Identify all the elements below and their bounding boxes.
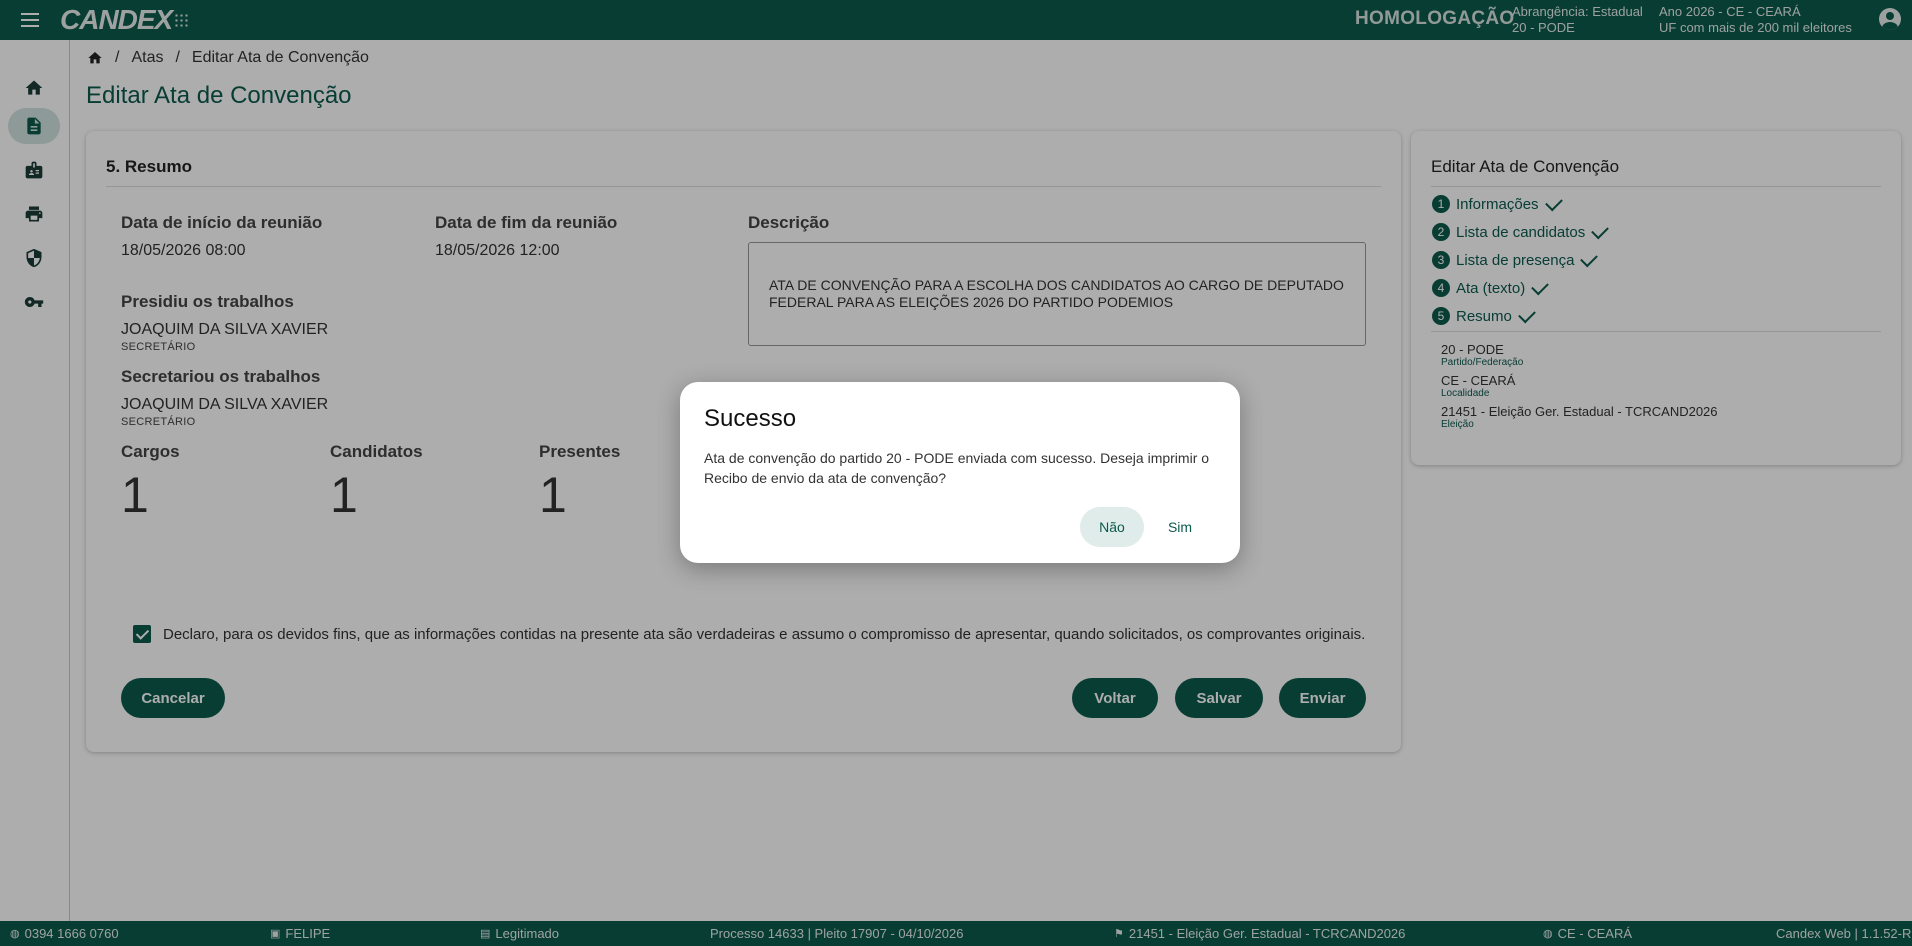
dialog-title: Sucesso (704, 405, 797, 432)
yes-button[interactable]: Sim (1150, 507, 1210, 547)
dialog-message: Ata de convenção do partido 20 - PODE en… (704, 450, 1210, 486)
no-button[interactable]: Não (1080, 507, 1144, 547)
success-dialog: Sucesso Ata de convenção do partido 20 -… (680, 382, 1240, 563)
